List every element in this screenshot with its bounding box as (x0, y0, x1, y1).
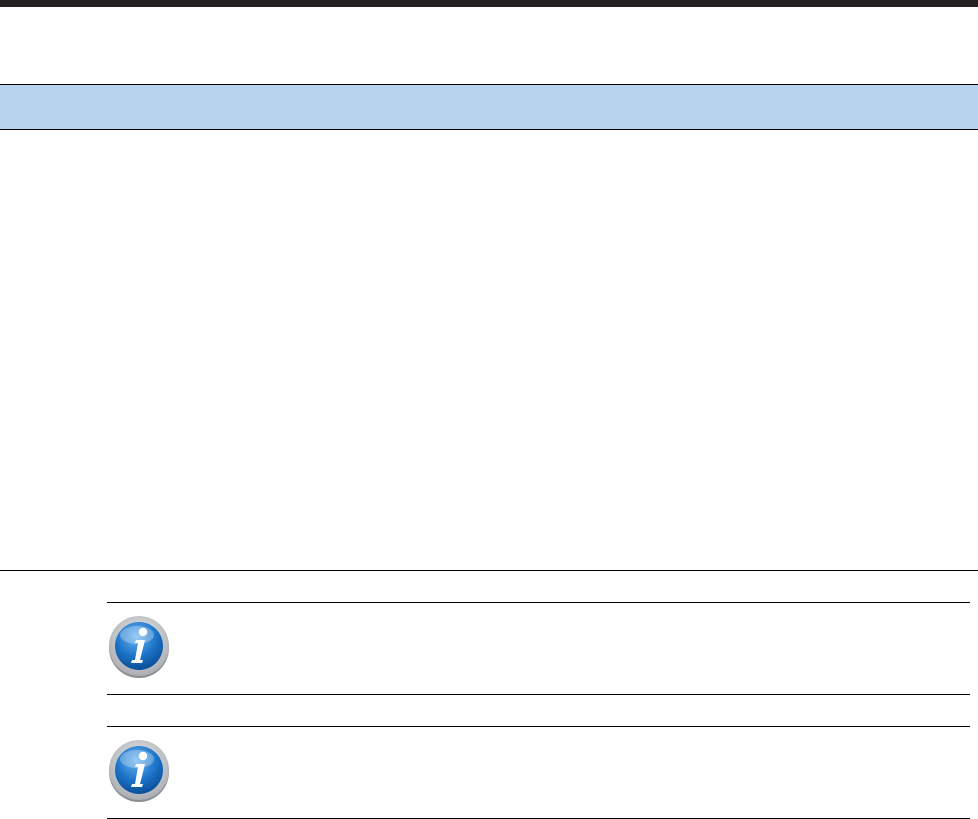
table-bottom-rule (0, 570, 978, 571)
table-header-row (0, 84, 978, 130)
document-page (0, 0, 978, 819)
note-box (107, 726, 970, 819)
info-icon (109, 616, 169, 678)
page-top-bar (0, 0, 978, 7)
note-box (107, 602, 970, 695)
info-icon (109, 740, 169, 802)
table-body (0, 131, 978, 570)
